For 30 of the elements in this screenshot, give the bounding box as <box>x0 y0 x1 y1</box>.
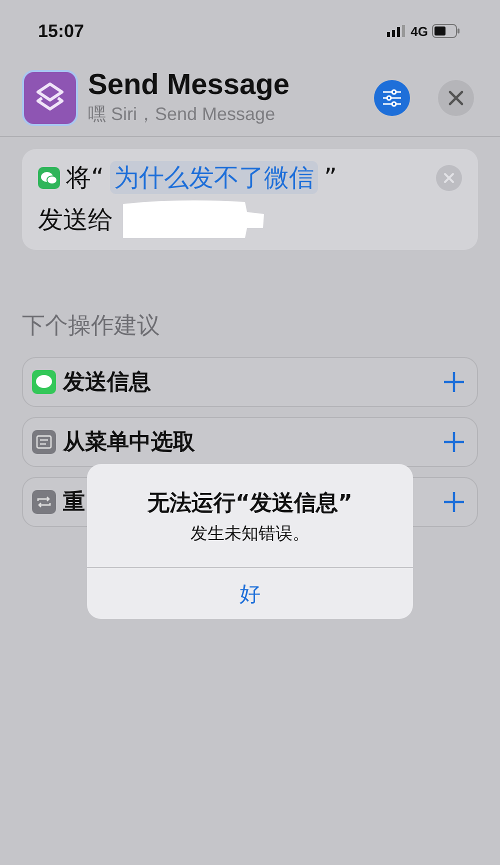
add-icon[interactable] <box>443 371 465 393</box>
signal-icon <box>386 25 407 37</box>
action-text: 发送给 <box>38 204 113 236</box>
message-app-icon <box>32 370 56 394</box>
siri-phrase: 嘿 Siri，Send Message <box>88 102 276 126</box>
close-button[interactable] <box>438 80 474 116</box>
add-icon[interactable] <box>443 431 465 453</box>
repeat-icon <box>32 490 56 514</box>
menu-list-icon <box>32 430 56 454</box>
suggestion-row[interactable]: 从菜单中选取 <box>22 417 478 467</box>
suggestion-label: 重 <box>63 489 85 517</box>
settings-button[interactable] <box>374 80 410 116</box>
chat-app-icon <box>38 166 60 188</box>
network-type: 4G <box>410 24 428 38</box>
section-heading: 下个操作建议 <box>22 312 161 341</box>
alert-title: 无法运行“发送信息” <box>148 490 352 518</box>
shortcuts-app-icon <box>22 70 78 126</box>
suggestion-label: 发送信息 <box>63 369 151 397</box>
quote-mark: ” <box>324 163 337 192</box>
status-time: 15:07 <box>38 20 84 42</box>
ok-button[interactable]: 好 <box>87 567 413 619</box>
shortcut-title: Send Message <box>88 70 290 102</box>
suggestion-label: 从菜单中选取 <box>63 429 195 457</box>
close-icon <box>448 90 464 106</box>
add-icon[interactable] <box>443 491 465 513</box>
battery-icon <box>432 24 460 38</box>
alert-message: 发生未知错误。 <box>190 523 310 545</box>
action-text: 将“ <box>66 162 104 194</box>
sliders-icon <box>382 89 402 107</box>
suggestion-row[interactable]: 发送信息 <box>22 357 478 407</box>
